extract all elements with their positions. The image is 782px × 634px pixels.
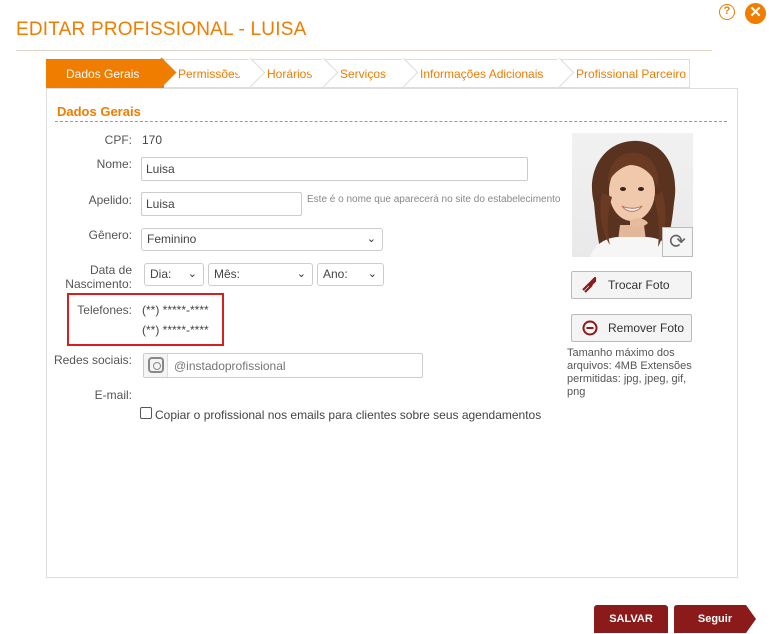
instagram-input[interactable]	[143, 353, 423, 378]
minus-circle-icon	[582, 320, 598, 336]
telefone-value-2: (**) *****-****	[142, 323, 209, 337]
remover-foto-label: Remover Foto	[608, 321, 685, 335]
tab-informacoes-adicionais[interactable]: Informações Adicionais	[406, 59, 562, 88]
nome-input[interactable]: Luisa	[141, 157, 528, 181]
instagram-icon	[148, 357, 164, 373]
tab-dados-gerais[interactable]: Dados Gerais	[46, 59, 164, 88]
apelido-input[interactable]: Luisa	[141, 192, 302, 216]
genero-selected-value: Feminino	[147, 232, 197, 246]
genero-label: Gênero:	[88, 228, 132, 242]
title-divider	[16, 50, 712, 51]
ano-selected-value: Ano:	[323, 267, 348, 281]
rotate-icon: ⟳	[669, 231, 686, 253]
dia-select[interactable]: Dia: ⌄	[144, 263, 204, 286]
dia-selected-value: Dia:	[150, 267, 172, 281]
mes-selected-value: Mês:	[214, 267, 241, 281]
copiar-checkbox-label[interactable]: Copiar o profissional nos emails para cl…	[155, 408, 541, 422]
tab-bar: Dados Gerais Permissões Horários Serviço…	[46, 59, 690, 88]
chevron-down-icon: ⌄	[367, 268, 377, 280]
salvar-button[interactable]: SALVAR	[594, 605, 668, 633]
telefones-highlight	[67, 293, 224, 346]
seguir-button[interactable]: Seguir	[674, 605, 756, 633]
apelido-hint: Este é o nome que aparecerá no site do e…	[307, 194, 561, 205]
instagram-icon-box	[144, 354, 168, 377]
cpf-label: CPF:	[104, 133, 132, 147]
chevron-down-icon: ⌄	[296, 268, 306, 280]
genero-select[interactable]: Feminino ⌄	[141, 228, 383, 251]
close-icon[interactable]: ✕	[745, 3, 766, 24]
mes-select[interactable]: Mês: ⌄	[208, 263, 313, 286]
remover-foto-button[interactable]: Remover Foto	[571, 314, 692, 342]
cpf-value: 170	[142, 133, 163, 147]
apelido-label: Apelido:	[88, 193, 132, 207]
page-title: EDITAR PROFISSIONAL - LUISA	[16, 19, 307, 40]
telefones-label: Telefones:	[77, 303, 132, 317]
ano-select[interactable]: Ano: ⌄	[317, 263, 384, 286]
photo-size-note: Tamanho máximo dos arquivos: 4MB Extensõ…	[567, 347, 692, 398]
help-icon[interactable]: ?	[719, 4, 735, 20]
tab-servicos[interactable]: Serviços	[326, 59, 406, 88]
nome-label: Nome:	[96, 157, 132, 171]
trocar-foto-label: Trocar Foto	[608, 278, 670, 292]
telefone-value-1: (**) *****-****	[142, 303, 209, 317]
tab-profissional-parceiro[interactable]: Profissional Parceiro	[562, 59, 690, 88]
nascimento-label: Data de Nascimento:	[12, 263, 132, 291]
copiar-checkbox[interactable]	[140, 407, 152, 419]
email-label: E-mail:	[94, 388, 132, 402]
chevron-down-icon: ⌄	[187, 268, 197, 280]
rotate-photo-button[interactable]: ⟳	[662, 227, 693, 257]
nascimento-label-line1: Data de	[89, 263, 132, 277]
nascimento-label-line2: Nascimento:	[65, 277, 132, 291]
redes-sociais-label: Redes sociais:	[53, 353, 132, 367]
seguir-label: Seguir	[697, 613, 733, 625]
tab-permissoes[interactable]: Permissões	[164, 59, 253, 88]
section-divider	[55, 121, 727, 122]
section-title: Dados Gerais	[57, 104, 141, 119]
swap-arrows-icon	[582, 277, 597, 293]
chevron-down-icon: ⌄	[366, 233, 376, 245]
trocar-foto-button[interactable]: Trocar Foto	[571, 271, 692, 299]
